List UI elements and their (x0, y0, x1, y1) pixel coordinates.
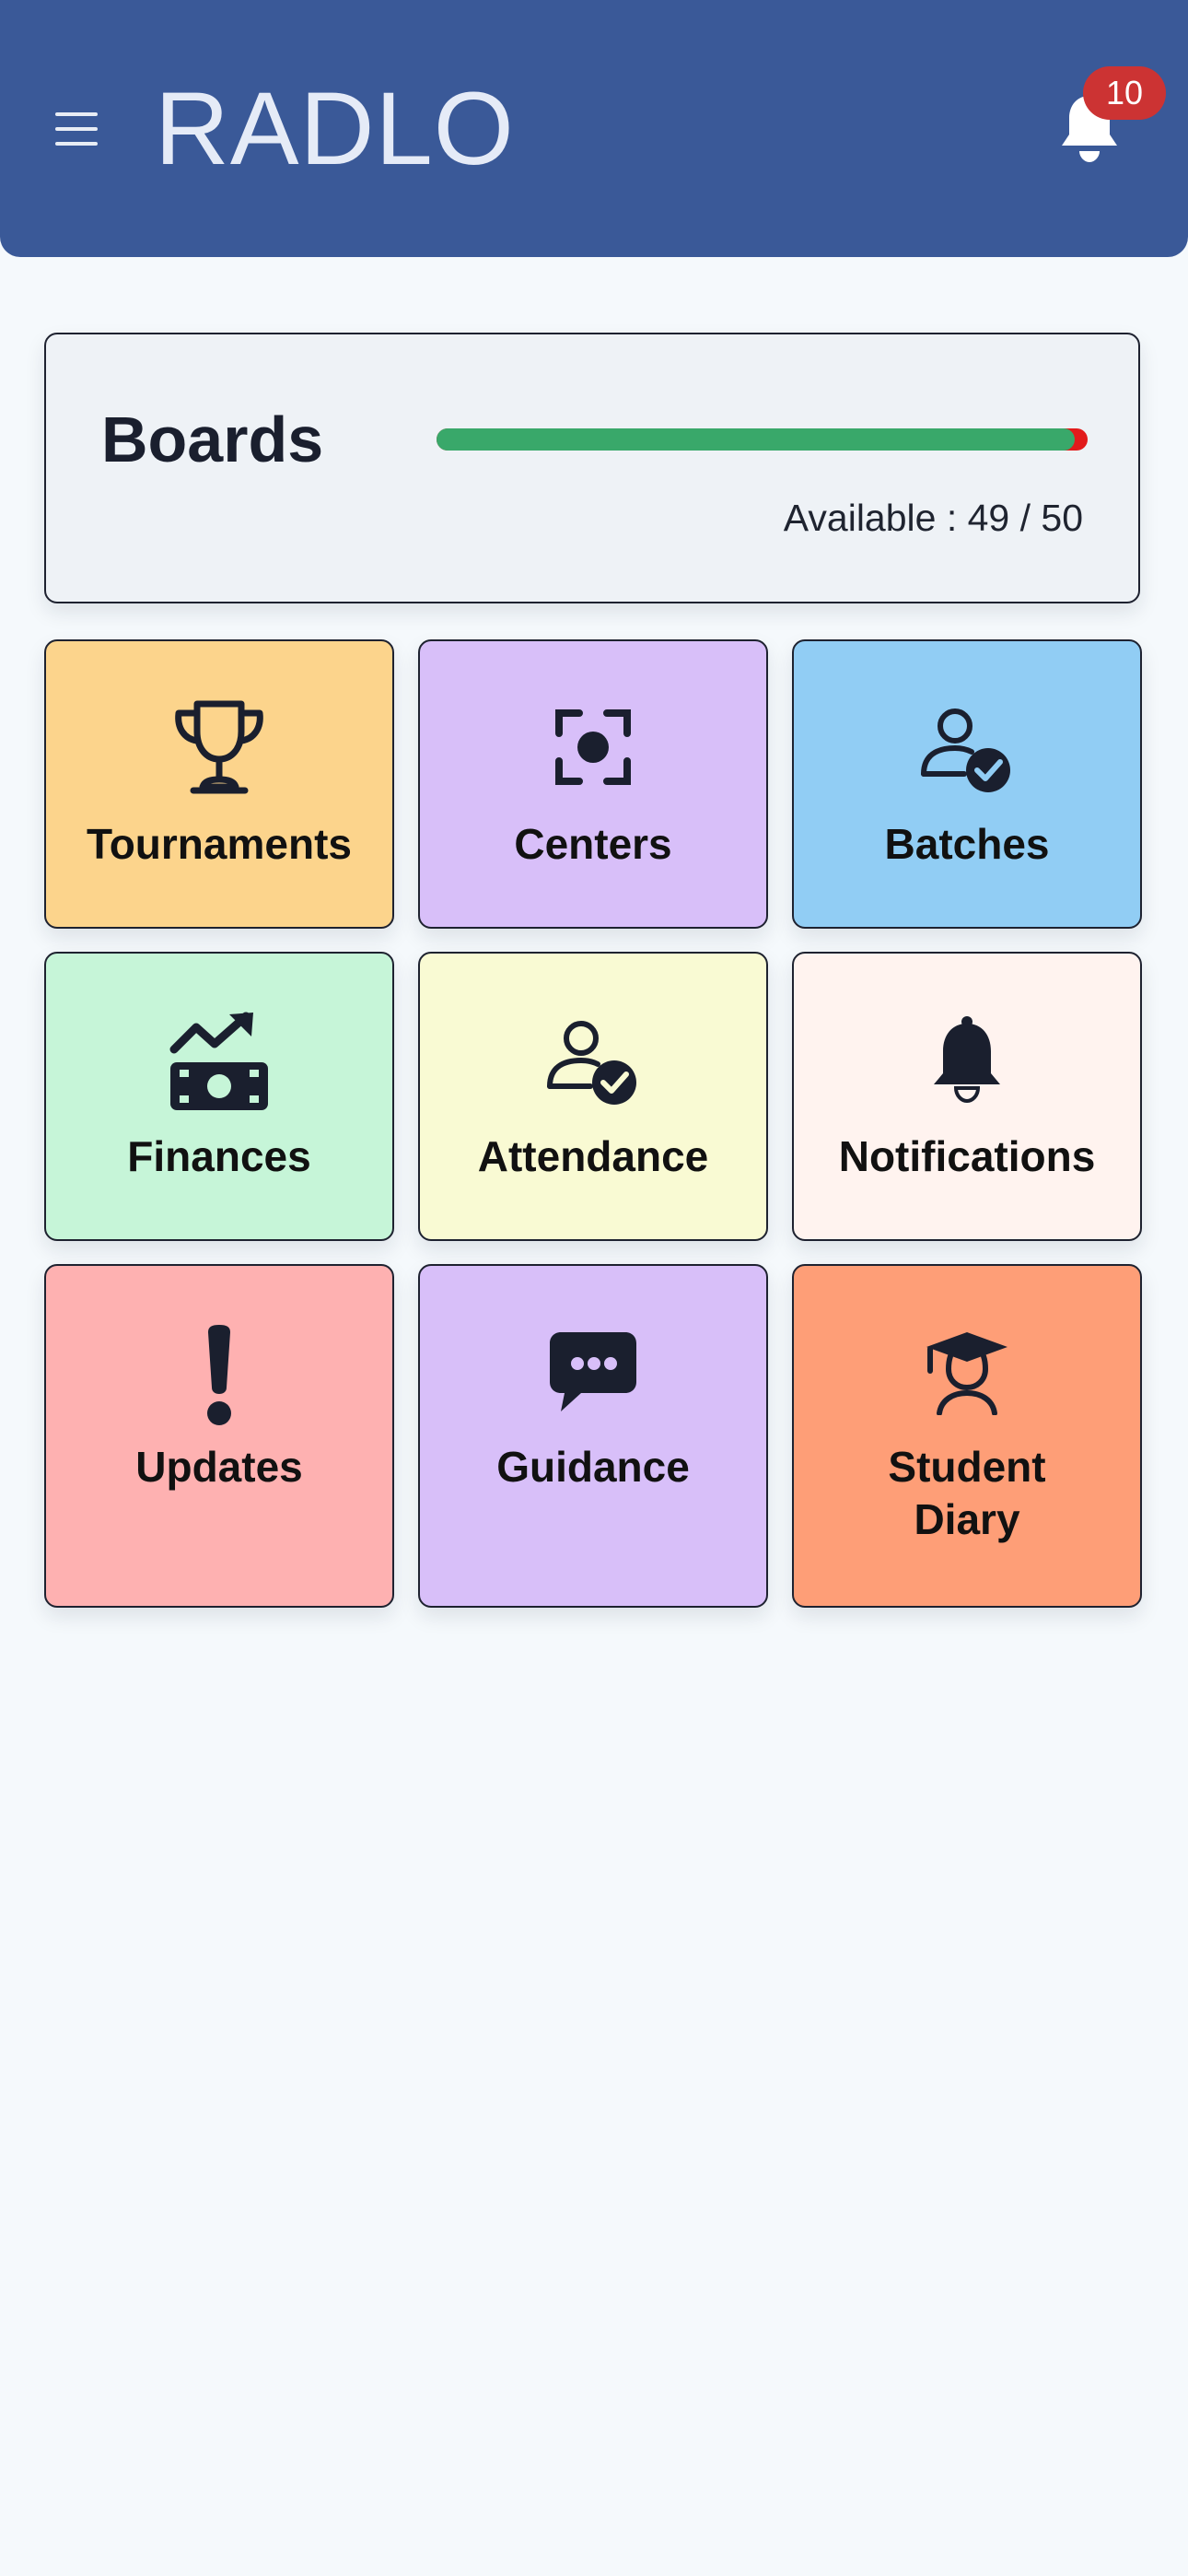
trophy-icon (175, 700, 263, 794)
boards-title: Boards (101, 404, 324, 475)
tile-label: Centers (514, 820, 672, 868)
money-trend-icon (169, 1012, 268, 1110)
tile-label: Student Diary (888, 1443, 1046, 1543)
tile-attendance[interactable]: Attendance (418, 952, 768, 1241)
boards-card: Boards Available : 49 / 50 (44, 333, 1140, 603)
tile-label: Attendance (477, 1132, 709, 1180)
tile-label: Batches (884, 820, 1050, 868)
exclamation-icon (207, 1325, 231, 1425)
tile-student-diary[interactable]: Student Diary (792, 1264, 1142, 1608)
user-check-icon (547, 1021, 636, 1105)
tile-label: Finances (127, 1132, 311, 1180)
tile-label: Tournaments (87, 820, 352, 868)
tile-updates[interactable]: Updates (44, 1264, 394, 1608)
tile-label: Guidance (496, 1443, 690, 1491)
tile-finances[interactable]: Finances (44, 952, 394, 1241)
bell-icon (934, 1016, 1000, 1103)
notification-count-badge: 10 (1083, 66, 1166, 120)
tile-centers[interactable]: Centers (418, 639, 768, 929)
tile-label: Notifications (838, 1132, 1096, 1180)
app-title: RADLO (155, 71, 515, 186)
hamburger-menu-icon (55, 112, 98, 116)
tile-batches[interactable]: Batches (792, 639, 1142, 929)
app-header: RADLO 10 (0, 0, 1188, 257)
chat-bubble-icon (550, 1332, 636, 1411)
tile-guidance[interactable]: Guidance (418, 1264, 768, 1608)
tile-tournaments[interactable]: Tournaments (44, 639, 394, 929)
boards-available-text: Available : 49 / 50 (783, 497, 1083, 539)
boards-progress-bar (437, 428, 1088, 451)
focus-target-icon (555, 709, 631, 785)
student-icon (926, 1332, 1007, 1415)
tile-label: Updates (135, 1443, 303, 1491)
boards-progress-fill (437, 428, 1075, 451)
menu-button[interactable] (48, 103, 107, 155)
tile-notifications[interactable]: Notifications (792, 952, 1142, 1241)
user-check-icon (921, 708, 1010, 792)
